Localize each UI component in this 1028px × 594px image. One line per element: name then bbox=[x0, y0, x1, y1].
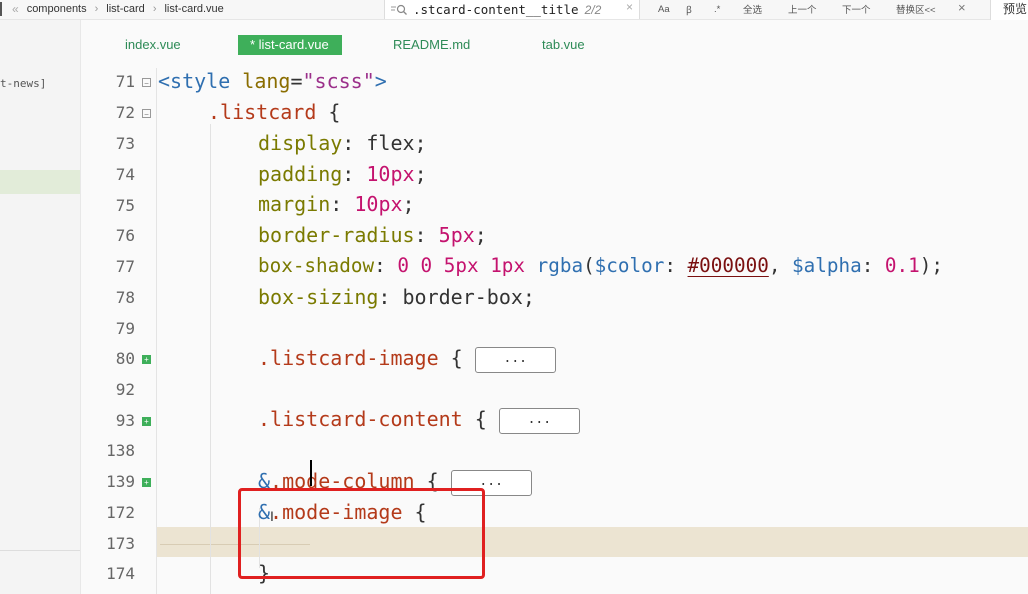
code-line-76: border-radius: 5px; bbox=[258, 223, 487, 247]
code-line-71: <style lang="scss"> bbox=[158, 69, 387, 93]
tab-tab-vue[interactable]: tab.vue bbox=[542, 35, 585, 55]
breadcrumb-marker bbox=[0, 2, 2, 16]
match-case-button[interactable]: Aa bbox=[658, 4, 670, 15]
breadcrumb: « components › list-card › list-card.vue bbox=[0, 0, 224, 18]
line-number: 92 bbox=[115, 380, 135, 399]
breadcrumb-separator-icon: › bbox=[152, 3, 157, 15]
breadcrumb-back-icon[interactable]: « bbox=[12, 2, 19, 16]
select-all-button[interactable]: 全选 bbox=[743, 2, 762, 16]
collapsed-block-button[interactable]: ... bbox=[498, 407, 580, 434]
preview-button[interactable]: 预览 bbox=[990, 0, 1028, 20]
regex-button[interactable]: .* bbox=[714, 4, 720, 15]
find-input[interactable]: .stcard-content__title 2/2 × bbox=[384, 0, 640, 19]
code-line-80: .listcard-image { ... bbox=[258, 346, 556, 373]
find-next-button[interactable]: 下一个 bbox=[842, 2, 871, 16]
line-number: 174 bbox=[106, 564, 135, 583]
close-find-icon[interactable]: × bbox=[958, 0, 966, 15]
divider bbox=[0, 550, 80, 551]
tab-list-card-vue[interactable]: * list-card.vue bbox=[238, 35, 342, 55]
editor-tabs: index.vue * list-card.vue README.md tab.… bbox=[90, 33, 1028, 57]
fold-expand-icon[interactable]: + bbox=[142, 355, 151, 364]
fold-expand-icon[interactable]: + bbox=[142, 478, 151, 487]
code-line-73: display: flex; bbox=[258, 131, 427, 155]
clear-find-icon[interactable]: × bbox=[626, 0, 633, 14]
line-number: 75 bbox=[115, 196, 135, 215]
find-query: .stcard-content__title bbox=[413, 2, 579, 17]
code-line-74: padding: 10px; bbox=[258, 162, 427, 186]
code-line-78: box-sizing: border-box; bbox=[258, 285, 535, 309]
annotation-highlight-box bbox=[238, 488, 485, 579]
code-line-72: .listcard { bbox=[208, 100, 341, 124]
fold-expand-icon[interactable]: + bbox=[142, 417, 151, 426]
tab-readme-md[interactable]: README.md bbox=[393, 35, 470, 55]
line-number: 79 bbox=[115, 319, 135, 338]
code-line-93: .listcard-content { ... bbox=[258, 407, 580, 434]
line-number: 74 bbox=[115, 165, 135, 184]
breadcrumb-item-file[interactable]: list-card.vue bbox=[164, 3, 223, 15]
line-number: 77 bbox=[115, 257, 135, 276]
fold-collapse-icon[interactable]: − bbox=[142, 109, 151, 119]
code-line-75: margin: 10px; bbox=[258, 192, 415, 216]
line-number: 71 bbox=[115, 72, 135, 91]
gutter-divider bbox=[156, 68, 157, 594]
find-match-count: 2/2 bbox=[584, 2, 602, 17]
line-number: 72 bbox=[115, 103, 135, 122]
search-icon bbox=[385, 4, 413, 16]
top-bar: « components › list-card › list-card.vue… bbox=[0, 0, 1028, 20]
code-line-77: box-shadow: 0 0 5px 1px rgba($color: #00… bbox=[258, 254, 943, 277]
line-number: 76 bbox=[115, 226, 135, 245]
line-number: 93 bbox=[115, 411, 135, 430]
code-editor[interactable]: 71 − 72 − 73 74 75 76 77 78 79 80 + 92 9… bbox=[90, 68, 1028, 594]
file-tree: t-news] bbox=[0, 20, 80, 594]
tab-index-vue[interactable]: index.vue bbox=[125, 35, 181, 55]
file-tree-item[interactable]: t-news] bbox=[0, 77, 46, 90]
breadcrumb-item-list-card[interactable]: list-card bbox=[106, 3, 145, 15]
line-number: 138 bbox=[106, 441, 135, 460]
find-prev-button[interactable]: 上一个 bbox=[788, 2, 817, 16]
whole-word-button[interactable]: ꞵ bbox=[686, 3, 692, 16]
line-number: 173 bbox=[106, 534, 135, 553]
collapsed-block-button[interactable]: ... bbox=[474, 346, 556, 373]
line-number: 172 bbox=[106, 503, 135, 522]
fold-collapse-icon[interactable]: − bbox=[142, 78, 151, 88]
line-number-gutter: 71 − 72 − 73 74 75 76 77 78 79 80 + 92 9… bbox=[90, 68, 156, 594]
line-number: 73 bbox=[115, 134, 135, 153]
line-number: 80 bbox=[115, 349, 135, 368]
replace-toggle-button[interactable]: 替换区<< bbox=[896, 2, 936, 16]
breadcrumb-item-components[interactable]: components bbox=[27, 3, 87, 15]
line-number: 78 bbox=[115, 288, 135, 307]
indent-guide bbox=[210, 124, 211, 594]
file-tree-selected-row[interactable] bbox=[0, 170, 80, 194]
text-caret bbox=[310, 460, 312, 486]
panel-splitter[interactable] bbox=[80, 20, 90, 594]
breadcrumb-separator-icon: › bbox=[94, 3, 99, 15]
line-number: 139 bbox=[106, 472, 135, 491]
